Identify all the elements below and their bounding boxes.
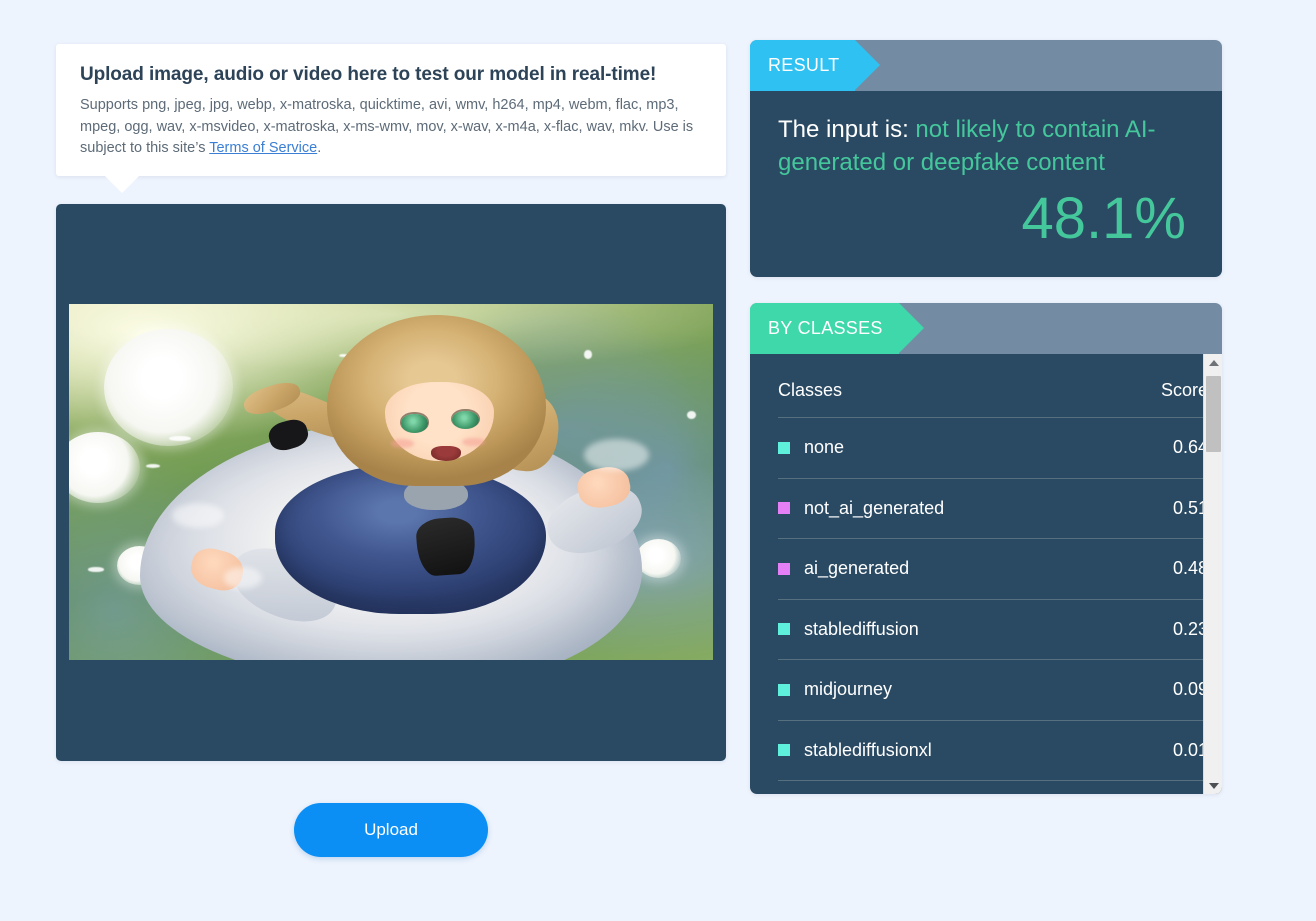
result-tag: RESULT bbox=[750, 40, 882, 91]
result-statement: The input is: not likely to contain AI-g… bbox=[778, 113, 1186, 179]
media-preview-box[interactable] bbox=[56, 203, 726, 761]
classes-tag-label: BY CLASSES bbox=[768, 318, 883, 338]
scroll-down-icon[interactable] bbox=[1204, 777, 1222, 794]
sunlight-spot bbox=[172, 503, 224, 529]
class-name: midjourney bbox=[804, 679, 893, 700]
supported-formats-prefix: Supports png, jpeg, jpg, webp, x-matrosk… bbox=[80, 97, 694, 156]
class-name: not_ai_generated bbox=[804, 497, 945, 518]
panel-spacer bbox=[750, 277, 1222, 303]
classes-scrollbar[interactable] bbox=[1203, 354, 1222, 794]
preview-image bbox=[69, 304, 713, 660]
result-percentage: 48.1% bbox=[1021, 186, 1186, 251]
petal-icon bbox=[168, 435, 191, 442]
scroll-up-icon[interactable] bbox=[1204, 354, 1222, 371]
result-prefix: The input is: bbox=[778, 116, 909, 143]
class-color-swatch bbox=[778, 623, 790, 636]
eye-left bbox=[400, 414, 428, 433]
table-header-row: Classes Score bbox=[778, 354, 1208, 418]
class-color-swatch bbox=[778, 683, 790, 696]
class-color-swatch bbox=[778, 562, 790, 575]
tooltip-arrow-icon bbox=[104, 174, 140, 193]
supported-formats-text: Supports png, jpeg, jpg, webp, x-matrosk… bbox=[80, 95, 704, 160]
petal-icon bbox=[88, 567, 104, 572]
upload-button[interactable]: Upload bbox=[294, 802, 488, 857]
classes-panel: BY CLASSES Classes Score none 0.64 not_a… bbox=[750, 303, 1222, 794]
table-row[interactable]: stablediffusionxl 0.01 bbox=[778, 721, 1208, 781]
result-panel-body: The input is: not likely to contain AI-g… bbox=[750, 91, 1222, 277]
upload-column: Upload image, audio or video here to tes… bbox=[56, 44, 726, 857]
column-header-classes: Classes bbox=[778, 380, 843, 400]
classes-panel-body: Classes Score none 0.64 not_ai_generated… bbox=[750, 354, 1222, 794]
blush-left bbox=[391, 439, 415, 448]
classes-table: Classes Score none 0.64 not_ai_generated… bbox=[750, 354, 1222, 794]
result-panel: RESULT The input is: not likely to conta… bbox=[750, 40, 1222, 277]
flower-icon bbox=[104, 328, 234, 447]
class-color-swatch bbox=[778, 502, 790, 515]
classes-panel-header: BY CLASSES bbox=[750, 303, 1222, 354]
class-color-swatch bbox=[778, 441, 790, 454]
sunlight-spot bbox=[223, 567, 263, 589]
ribbon bbox=[414, 515, 477, 577]
class-name: none bbox=[804, 437, 845, 458]
sunlight-spot bbox=[584, 439, 649, 472]
result-panel-header: RESULT bbox=[750, 40, 1222, 91]
classes-tag: BY CLASSES bbox=[750, 303, 924, 354]
petal-icon bbox=[584, 350, 592, 359]
results-column: RESULT The input is: not likely to conta… bbox=[750, 40, 1222, 794]
class-name: stablediffusion bbox=[804, 618, 919, 639]
table-row[interactable]: ai_generated 0.48 bbox=[778, 539, 1208, 600]
app-root: Upload image, audio or video here to tes… bbox=[0, 0, 1316, 921]
class-color-swatch bbox=[778, 744, 790, 757]
scrollbar-thumb[interactable] bbox=[1206, 376, 1221, 452]
table-row[interactable]: not_ai_generated 0.51 bbox=[778, 479, 1208, 539]
terms-of-service-link[interactable]: Terms of Service bbox=[209, 140, 317, 156]
supported-formats-suffix: . bbox=[317, 140, 322, 156]
table-row[interactable]: stablediffusion 0.23 bbox=[778, 600, 1208, 660]
table-row[interactable]: none 0.64 bbox=[778, 418, 1208, 479]
page-title: Upload image, audio or video here to tes… bbox=[80, 64, 657, 85]
table-row[interactable]: midjourney 0.09 bbox=[778, 660, 1208, 721]
class-name: ai_generated bbox=[804, 558, 910, 579]
blush-right bbox=[461, 437, 485, 447]
upload-info-card: Upload image, audio or video here to tes… bbox=[56, 44, 726, 193]
petal-icon bbox=[687, 410, 697, 419]
flower-icon bbox=[635, 538, 681, 579]
result-tag-label: RESULT bbox=[768, 55, 840, 75]
class-name: stablediffusionxl bbox=[804, 739, 932, 760]
column-header-score: Score bbox=[1160, 380, 1208, 400]
